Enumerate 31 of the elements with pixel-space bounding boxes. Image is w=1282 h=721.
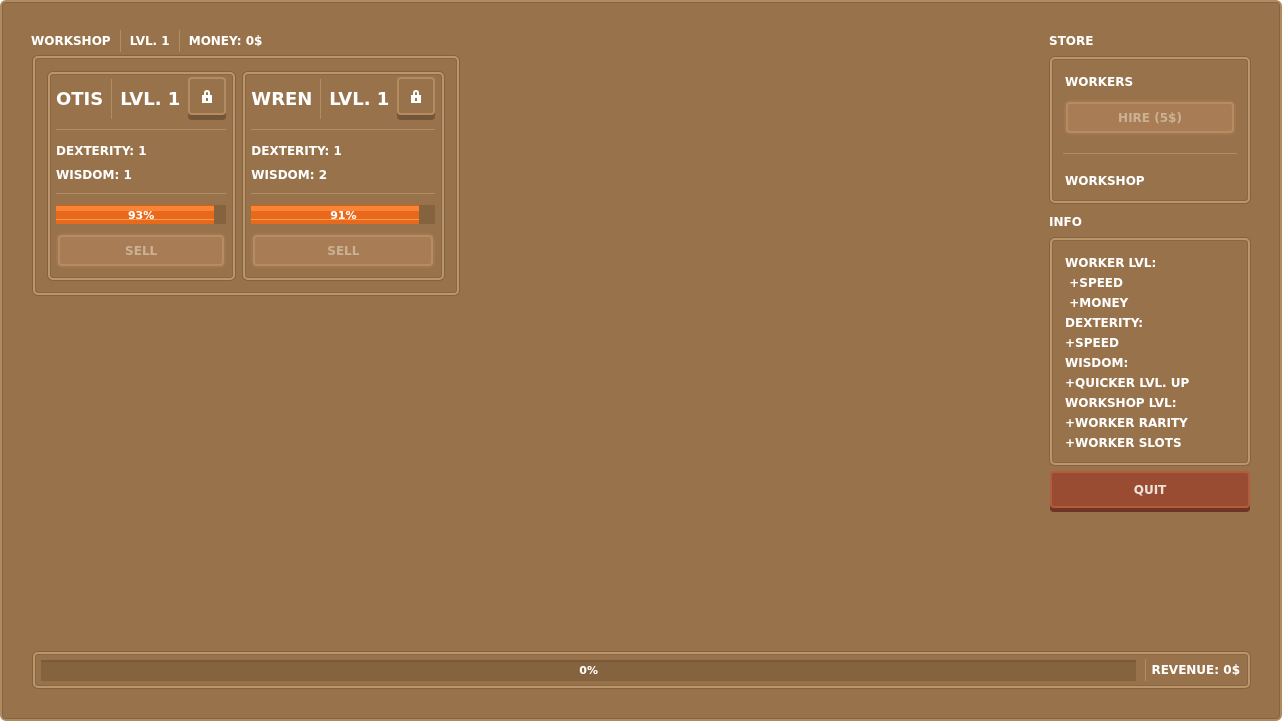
lock-icon — [410, 89, 423, 103]
store-section-title: WORKSHOP — [1065, 173, 1146, 189]
header-label: WORKSHOP — [31, 33, 111, 49]
lock-icon — [201, 89, 214, 103]
revenue-progress-reading: 0% — [579, 663, 599, 677]
header-label: LVL. 1 — [129, 33, 170, 49]
worker-stat: WISDOM: 1 — [56, 167, 133, 183]
worker-level: LVL. 1 — [120, 88, 181, 110]
worker-stat: DEXTERITY: 1 — [56, 143, 148, 159]
worker-stat: DEXTERITY: 1 — [251, 143, 343, 159]
info-line: +MONEY — [1068, 295, 1130, 312]
worker-level: LVL. 1 — [329, 88, 390, 110]
info-line: WORKER LVL: — [1065, 255, 1158, 272]
info-line: +SPEED — [1068, 275, 1125, 292]
info-line: +QUICKER LVL. UP — [1065, 375, 1191, 392]
progress-reading: 93% — [127, 208, 155, 221]
info-line: DEXTERITY: — [1065, 315, 1145, 332]
info-line: +SPEED — [1065, 335, 1120, 352]
info-line: WISDOM: — [1065, 355, 1130, 372]
progress-reading: 91% — [330, 208, 357, 221]
worker-name: WREN — [251, 88, 313, 110]
info-line: +WORKER RARITY — [1065, 415, 1189, 432]
store-title: STORE — [1049, 33, 1095, 49]
info-title: INFO — [1049, 214, 1083, 230]
worker-stat: WISDOM: 2 — [251, 167, 329, 183]
info-line: +WORKER SLOTS — [1065, 435, 1183, 452]
revenue-label: REVENUE: 0$ — [1151, 662, 1240, 678]
info-line: WORKSHOP LVL: — [1065, 395, 1178, 412]
worker-name: OTIS — [56, 88, 104, 110]
store-section-title: WORKERS — [1065, 74, 1135, 90]
header-label: MONEY: 0$ — [188, 33, 263, 49]
